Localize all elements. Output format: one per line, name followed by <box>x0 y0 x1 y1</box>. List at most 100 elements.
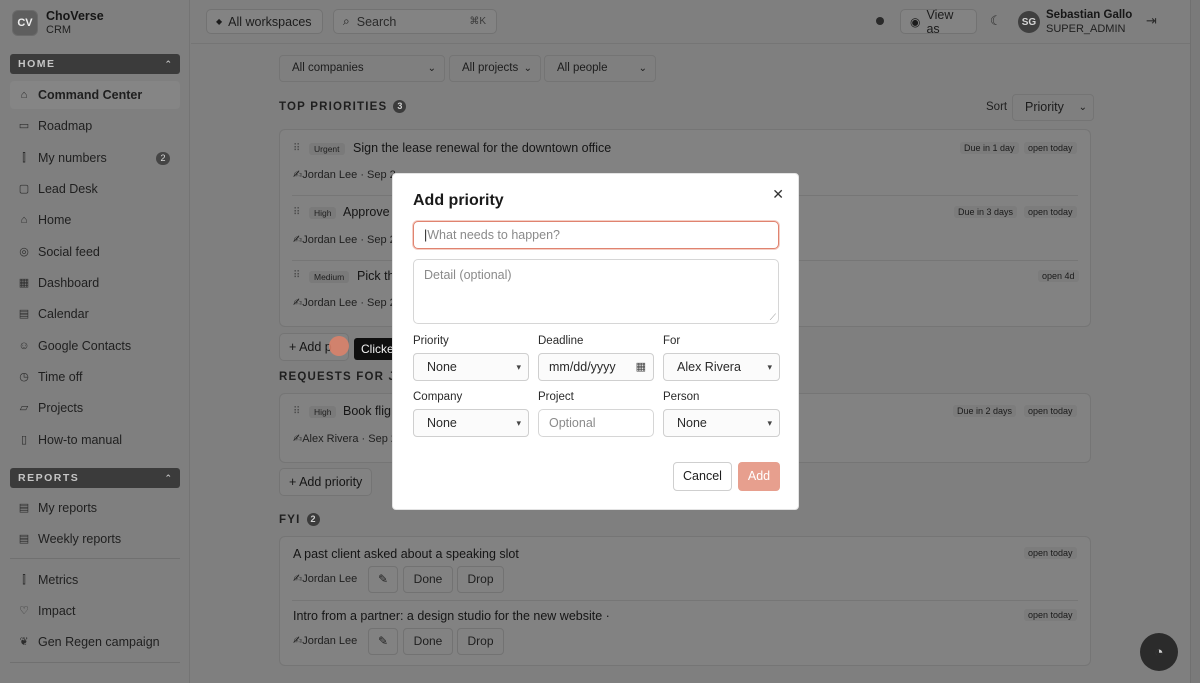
due-badge: Due in 3 days <box>954 206 1018 218</box>
done-button[interactable]: Done <box>403 628 453 655</box>
sidebar-item-calendar[interactable]: ▤ Calendar <box>10 300 180 328</box>
sidebar-item-my-numbers[interactable]: ⫿ My numbers 2 <box>10 144 180 172</box>
people-filter[interactable]: All people ⌄ <box>544 55 656 82</box>
sidebar-item-metrics[interactable]: ⫿ Metrics <box>10 566 180 594</box>
chevron-up-icon: ⌃ <box>164 473 172 483</box>
fyi-meta: ✍Jordan Lee <box>293 634 357 647</box>
edit-button[interactable]: ✎ <box>368 566 398 593</box>
sidebar-item-time-off[interactable]: ◷ Time off <box>10 363 180 391</box>
people-filter-value: All people <box>557 62 608 74</box>
fyi-row[interactable]: Intro from a partner: a design studio fo… <box>280 600 1090 664</box>
sidebar-item-home[interactable]: ⌂ Home <box>10 206 180 234</box>
user-name: Sebastian Gallo <box>1046 9 1133 21</box>
sidebar-item-projects[interactable]: ▱ Projects <box>10 394 180 422</box>
search-shortcut: ⌘K <box>469 16 486 27</box>
view-as-button[interactable]: ◉ View as <box>900 7 977 36</box>
top-priorities-heading: TOP PRIORITIES 3 <box>279 100 407 113</box>
sort-select[interactable]: Priority ⌄ <box>1012 94 1094 121</box>
priority-select-value: None <box>427 360 457 374</box>
add-priority-button[interactable]: + Add priority <box>279 468 373 496</box>
drop-button[interactable]: Drop <box>457 628 504 655</box>
sidebar-item-label: My reports <box>38 501 98 515</box>
done-button[interactable]: Done <box>403 566 453 593</box>
scrollbar[interactable] <box>1190 0 1200 683</box>
add-button[interactable]: Add <box>738 462 780 491</box>
reports-section-label: REPORTS <box>18 472 80 484</box>
companies-filter[interactable]: All companies ⌄ <box>279 55 445 82</box>
sidebar-item-how-to-manual[interactable]: ▯ How-to manual <box>10 426 180 454</box>
sidebar-item-dashboard[interactable]: ▦ Dashboard <box>10 269 180 297</box>
sidebar-item-google-contacts[interactable]: ☺ Google Contacts <box>10 332 180 360</box>
drag-handle-icon[interactable]: ⠿ <box>293 207 300 218</box>
contacts-icon: ☺ <box>18 340 30 352</box>
projects-filter-value: All projects <box>462 62 519 74</box>
priority-tag: High <box>309 207 337 219</box>
drop-button[interactable]: Drop <box>457 566 504 593</box>
edit-button[interactable]: ✎ <box>368 628 398 655</box>
cancel-button[interactable]: Cancel <box>673 462 732 491</box>
chevron-down-icon: ▾ <box>516 362 521 372</box>
priority-tag: Medium <box>309 271 350 283</box>
open-badge: open today <box>1024 405 1077 417</box>
dashboard-icon: ▦ <box>18 277 30 289</box>
all-workspaces-button[interactable]: ◆ All workspaces <box>206 9 323 34</box>
drag-handle-icon[interactable]: ⠿ <box>293 270 300 281</box>
brand-logo: CV <box>12 10 38 36</box>
fyi-row[interactable]: A past client asked about a speaking slo… <box>280 537 1090 601</box>
search-placeholder: Search <box>356 14 397 29</box>
drag-handle-icon[interactable]: ⠿ <box>293 143 300 154</box>
view-as-label: View as <box>926 7 954 36</box>
open-badge: open today <box>1024 609 1077 621</box>
resize-handle-icon[interactable]: ⟋ <box>770 312 776 323</box>
theme-toggle-icon[interactable]: ☾ <box>990 13 1002 29</box>
sidebar-item-label: Home <box>38 213 72 227</box>
company-select[interactable]: None ▾ <box>413 409 529 437</box>
projects-filter[interactable]: All projects ⌄ <box>449 55 541 82</box>
home-icon: ⌂ <box>20 89 28 101</box>
priority-meta: ✍Jordan Lee · Sep 2 <box>293 233 396 246</box>
folder-icon: ▱ <box>19 402 29 414</box>
chevron-down-icon: ⌄ <box>427 63 436 74</box>
chevron-down-icon: ⌄ <box>523 63 532 74</box>
close-icon[interactable]: ✕ <box>772 186 784 203</box>
project-placeholder: Optional <box>549 416 596 430</box>
deadline-date-input[interactable]: mm/dd/yyyy ▦ <box>538 353 654 381</box>
eye-icon: ◉ <box>910 14 921 29</box>
person-select[interactable]: None ▾ <box>663 409 780 437</box>
sidebar-item-lead-desk[interactable]: ▢ Lead Desk <box>10 175 180 203</box>
chevron-down-icon: ▾ <box>516 418 521 428</box>
brand-name: ChoVerse <box>46 9 104 23</box>
sidebar-item-roadmap[interactable]: ▭ Roadmap <box>10 112 180 140</box>
priority-meta-text: Jordan Lee · Sep 2 <box>302 234 396 246</box>
pen-icon: ✍ <box>293 433 303 445</box>
project-input[interactable]: Optional <box>538 409 654 437</box>
logout-icon[interactable]: ⇥ <box>1146 13 1157 29</box>
pen-icon: ✍ <box>293 297 303 309</box>
search-input[interactable]: ⌕ Search ⌘K <box>333 9 497 34</box>
sidebar-item-command-center[interactable]: ⌂ Command Center <box>10 81 180 109</box>
sidebar-item-label: Roadmap <box>38 119 93 133</box>
pen-icon: ✍ <box>293 635 303 647</box>
count-badge: 2 <box>306 513 320 526</box>
reports-section-header[interactable]: REPORTS ⌃ <box>10 468 180 488</box>
priority-select[interactable]: None ▾ <box>413 353 529 381</box>
sidebar-item-gen-regen-campaign[interactable]: ❦ Gen Regen campaign <box>10 628 180 656</box>
priority-meta: ✍Jordan Lee · Sep 2 <box>293 168 396 181</box>
for-select[interactable]: Alex Rivera ▾ <box>663 353 780 381</box>
sidebar-item-weekly-reports[interactable]: ▤ Weekly reports <box>10 525 180 553</box>
sidebar-item-social-feed[interactable]: ◎ Social feed <box>10 238 180 266</box>
sidebar: CV ChoVerse CRM HOME ⌃ ⌂ Command Center ▭… <box>0 0 190 683</box>
workspace-icon: ◆ <box>216 17 223 26</box>
person-select-value: None <box>677 416 707 430</box>
brand[interactable]: CV ChoVerse CRM <box>12 9 104 37</box>
calendar-icon[interactable]: ▦ <box>636 354 646 380</box>
home-section-header[interactable]: HOME ⌃ <box>10 54 180 74</box>
title-input[interactable]: |What needs to happen? <box>413 221 779 249</box>
sidebar-item-impact[interactable]: ♡ Impact <box>10 597 180 625</box>
workspaces-label: All workspaces <box>228 14 312 29</box>
user-menu[interactable]: SG Sebastian Gallo SUPER_ADMIN <box>1018 8 1132 36</box>
detail-textarea[interactable]: Detail (optional) ⟋ <box>413 259 779 324</box>
chat-help-button[interactable]: ◔ <box>1140 633 1178 671</box>
sidebar-item-my-reports[interactable]: ▤ My reports <box>10 494 180 522</box>
drag-handle-icon[interactable]: ⠿ <box>293 406 300 417</box>
